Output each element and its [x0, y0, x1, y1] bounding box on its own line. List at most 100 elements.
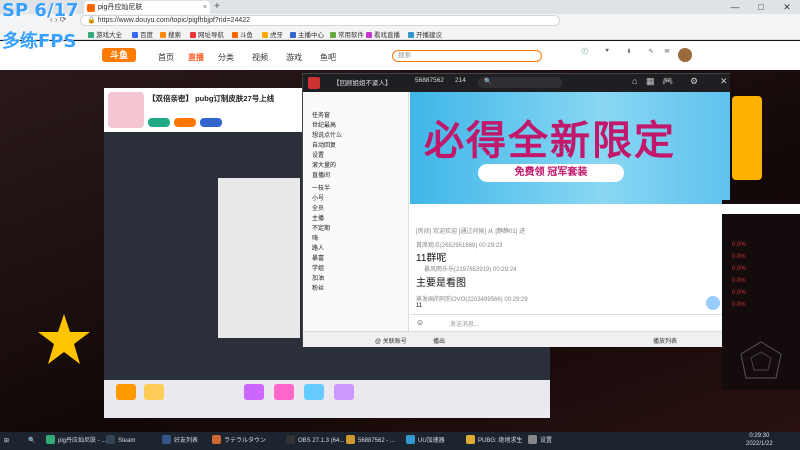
- side-item[interactable]: 任务窗: [312, 110, 330, 119]
- chat-input[interactable]: 发送消息... ☺: [410, 314, 730, 330]
- browser-tab[interactable]: pig丹应灿尼肤 ×: [84, 1, 210, 14]
- assistant-icon[interactable]: [706, 296, 720, 310]
- history-icon[interactable]: 🕘: [574, 48, 596, 55]
- taskbar-item[interactable]: OBS 27.1.3 (64...: [286, 434, 344, 448]
- side-item[interactable]: 自动回复: [312, 140, 336, 149]
- nav-video[interactable]: 视频: [252, 52, 268, 63]
- banner-headline: 必得全新限定: [424, 118, 676, 164]
- side-item[interactable]: 全员: [312, 203, 324, 212]
- fps-overlay-line2: 多练FPS: [2, 31, 77, 52]
- follow-icon[interactable]: ♥: [596, 48, 618, 54]
- stat-value: 0.0%: [732, 242, 746, 248]
- side-item[interactable]: 滚大量的: [312, 160, 336, 169]
- bookmark-4[interactable]: 斗鱼: [232, 29, 253, 39]
- site-logo[interactable]: 斗鱼: [102, 48, 136, 62]
- fan-button[interactable]: [200, 118, 222, 127]
- bookmark-3[interactable]: 网址导航: [190, 29, 224, 39]
- gift-icon[interactable]: [274, 384, 294, 400]
- gift-icon[interactable]: [116, 384, 136, 400]
- bookmark-7[interactable]: 常用软件: [330, 29, 364, 39]
- side-item[interactable]: 路人: [312, 243, 324, 252]
- side-item[interactable]: 加油: [312, 273, 324, 282]
- taskbar-item[interactable]: 好友列表: [162, 434, 198, 448]
- gift-icon[interactable]: [304, 384, 324, 400]
- side-item[interactable]: 粉丝: [312, 283, 324, 292]
- side-item[interactable]: 嗨: [312, 233, 318, 242]
- side-item[interactable]: 主播: [312, 213, 324, 222]
- taskbar-item[interactable]: UU加速器: [406, 434, 445, 448]
- event-ad[interactable]: [732, 96, 762, 180]
- overlay-bottom-bar: @ 关联账号 播出 播放列表: [303, 331, 730, 347]
- close-window-icon[interactable]: ✕: [774, 0, 800, 14]
- gift-icon[interactable]: [144, 384, 164, 400]
- side-item[interactable]: 直播间: [312, 170, 330, 179]
- gift-button[interactable]: [174, 118, 196, 127]
- search-icon[interactable]: 🔍: [28, 434, 35, 448]
- bookmark-6[interactable]: 主播中心: [290, 29, 324, 39]
- taskbar-clock[interactable]: 0:29:30 2022/1/22: [746, 432, 773, 448]
- side-item[interactable]: 暴富: [312, 253, 324, 262]
- bookmark-8[interactable]: 看戏直播: [366, 29, 400, 39]
- url-text: https://www.douyu.com/topic/pigfhbjpf?ri…: [97, 17, 251, 24]
- bookmark-9[interactable]: 开播建议: [408, 29, 442, 39]
- banner-claim-button[interactable]: 免费领 冠军套装: [478, 164, 624, 182]
- address-bar[interactable]: 🔒 https://www.douyu.com/topic/pigfhbjpf?…: [80, 15, 560, 26]
- side-item[interactable]: 一枝半: [312, 183, 330, 192]
- bottom-link[interactable]: 播出: [433, 336, 445, 345]
- chat-meta: 暴风雨乐乐(2197653919) 00:29:24: [424, 267, 517, 273]
- new-tab-icon[interactable]: +: [214, 1, 220, 13]
- chat-meta: 蒸发画的阿豹OVO(2203499566) 00:29:29: [416, 297, 528, 303]
- overlay-stat-id: 56887562: [415, 77, 444, 84]
- chat-messages: [房间] 欢迎欢迎 [通过问候] 从 [静静01] 进 首席观点(2652951…: [410, 206, 730, 314]
- minimize-icon[interactable]: —: [722, 0, 748, 14]
- gamepad-icon[interactable]: 🎮: [662, 76, 673, 87]
- close-tab-icon[interactable]: ×: [203, 1, 207, 14]
- site-search-input[interactable]: 搜索: [392, 50, 542, 62]
- chat-input-placeholder: 发送消息...: [450, 322, 480, 328]
- taskbar-item[interactable]: 设置: [528, 434, 552, 448]
- user-avatar[interactable]: [678, 48, 692, 62]
- side-item[interactable]: 学姐: [312, 263, 324, 272]
- settings-icon[interactable]: ⚙: [690, 76, 698, 87]
- stat-value: 0.0%: [732, 290, 746, 296]
- bottom-link[interactable]: @ 关联账号: [375, 336, 407, 345]
- taskbar-item[interactable]: pig丹应灿尼肤 - ...: [46, 434, 106, 448]
- nav-home[interactable]: 首页: [158, 52, 174, 63]
- side-item[interactable]: 想说点什么: [312, 130, 342, 139]
- nav-live[interactable]: 直播: [188, 52, 204, 63]
- streamer-avatar: [108, 92, 144, 128]
- start-icon[interactable]: ⊞: [4, 434, 16, 448]
- nav-yuba[interactable]: 鱼吧: [320, 52, 336, 63]
- taskbar-item[interactable]: PUBG: 绝地求生: [466, 434, 522, 448]
- side-item[interactable]: 小号: [312, 193, 324, 202]
- bookmark-0[interactable]: 游戏大全: [88, 29, 122, 39]
- side-item[interactable]: 设置: [312, 150, 324, 159]
- tab-title: pig丹应灿尼肤: [98, 4, 143, 11]
- bookmark-5[interactable]: 虎牙: [262, 29, 283, 39]
- side-item[interactable]: 不定期: [312, 223, 330, 232]
- home-icon[interactable]: ⌂: [632, 76, 637, 86]
- gift-icon[interactable]: [244, 384, 264, 400]
- emoji-icon[interactable]: ☺: [416, 318, 424, 327]
- nav-game[interactable]: 游戏: [286, 52, 302, 63]
- close-icon[interactable]: ✕: [720, 76, 728, 87]
- stat-value: 0.0%: [732, 278, 746, 284]
- bottom-link[interactable]: 播放列表: [653, 336, 677, 345]
- taskbar-item[interactable]: Steam: [106, 434, 135, 448]
- app-download-icon[interactable]: ⬇: [618, 48, 640, 55]
- taskbar-item[interactable]: ラテラルタウン: [212, 434, 266, 448]
- gift-icon[interactable]: [334, 384, 354, 400]
- taskbar-item[interactable]: 56887562 - ...: [346, 434, 395, 448]
- side-item[interactable]: 世纪最高: [312, 120, 336, 129]
- bookmark-1[interactable]: 百度: [132, 29, 153, 39]
- room-avatar-icon: [308, 77, 320, 89]
- follow-button[interactable]: [148, 118, 170, 127]
- nav-category[interactable]: 分类: [218, 52, 234, 63]
- bookmark-2[interactable]: 搜索: [160, 29, 181, 39]
- chat-text: 11群呢: [416, 253, 447, 264]
- overlay-search-input[interactable]: 🔍: [478, 77, 562, 88]
- message-icon[interactable]: ✉: [656, 48, 678, 55]
- maximize-icon[interactable]: □: [748, 0, 774, 14]
- decorative-star-icon: [38, 314, 90, 364]
- grid-icon[interactable]: ▦: [646, 76, 655, 87]
